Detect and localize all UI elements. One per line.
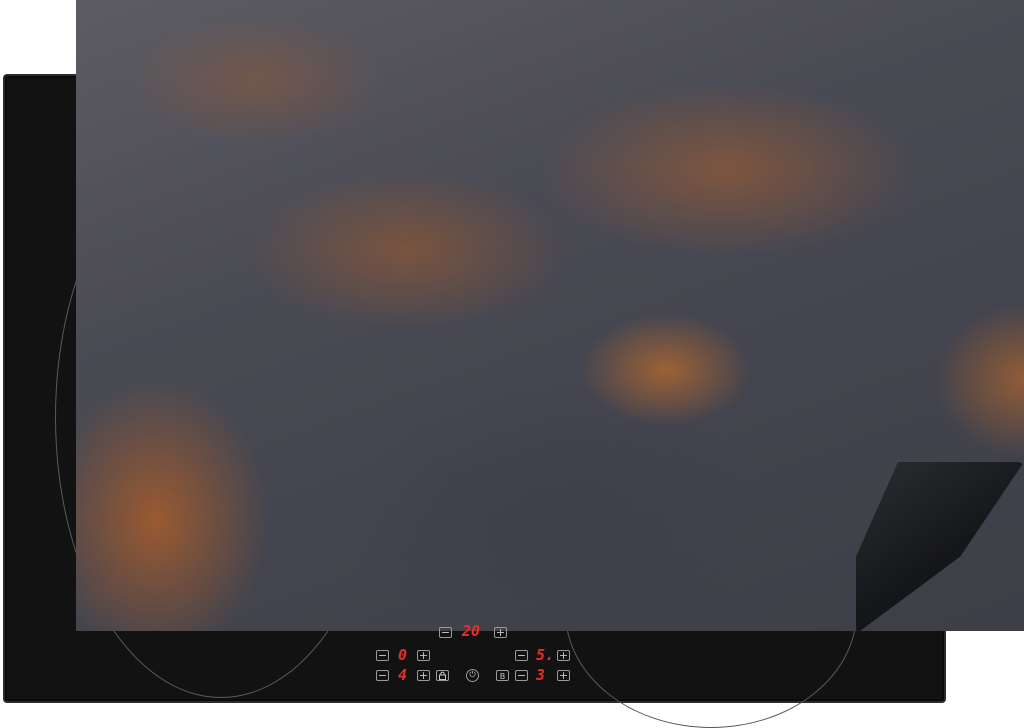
boost-button[interactable]: B <box>496 670 509 681</box>
lock-button[interactable] <box>436 670 449 681</box>
zone-top-left-minus-button[interactable]: − <box>376 650 389 661</box>
timer-display: 20 <box>462 622 481 640</box>
zone-bottom-left-plus-button[interactable]: + <box>417 670 430 681</box>
power-button[interactable]: ⏻ <box>466 669 479 682</box>
zone-top-left-display: 0 <box>398 646 408 664</box>
zone-bottom-left-minus-button[interactable]: − <box>376 670 389 681</box>
zone-bottom-right-minus-button[interactable]: − <box>515 670 528 681</box>
lock-icon <box>438 670 447 683</box>
timer-minus-button[interactable]: − <box>439 627 452 638</box>
power-icon: ⏻ <box>469 670 476 679</box>
zone-bottom-right-display: 3 <box>536 666 546 684</box>
zone-bottom-right-plus-button[interactable]: + <box>557 670 570 681</box>
zone-top-left-plus-button[interactable]: + <box>417 650 430 661</box>
zone-top-right-display: 5. <box>536 646 555 664</box>
boost-icon: B <box>499 672 506 681</box>
timer-plus-button[interactable]: + <box>494 627 507 638</box>
zone-top-right-plus-button[interactable]: + <box>557 650 570 661</box>
zone-top-right-minus-button[interactable]: − <box>515 650 528 661</box>
zone-bottom-left-display: 4 <box>398 666 408 684</box>
